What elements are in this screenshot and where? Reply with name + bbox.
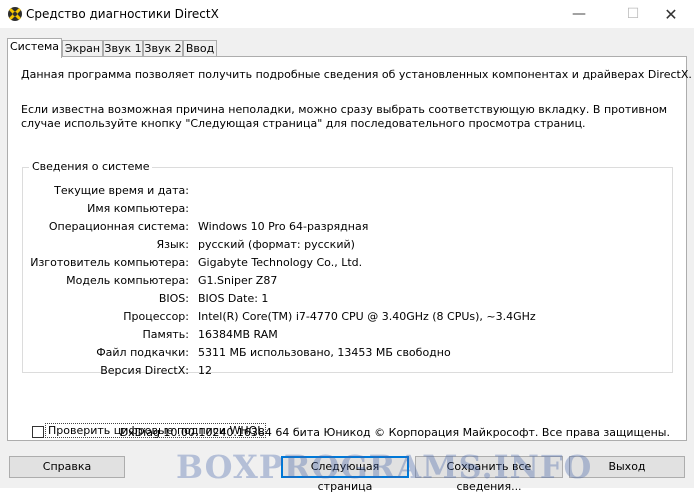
info-row-model: Модель компьютера: G1.Sniper Z87 <box>23 274 673 290</box>
info-value: Intel(R) Core(TM) i7-4770 CPU @ 3.40GHz … <box>198 310 536 323</box>
info-row-computer-name: Имя компьютера: <box>23 202 673 218</box>
info-value: 5311 МБ использовано, 13453 МБ свободно <box>198 346 451 359</box>
window-title: Средство диагностики DirectX <box>26 7 219 21</box>
save-all-button[interactable]: Сохранить все сведения... <box>415 456 563 493</box>
exit-button[interactable]: Выход <box>569 456 685 478</box>
info-row-datetime: Текущие время и дата: <box>23 184 673 200</box>
info-label: Язык: <box>156 238 189 251</box>
info-label: Модель компьютера: <box>66 274 189 287</box>
info-row-manufacturer: Изготовитель компьютера: Gigabyte Techno… <box>23 256 673 272</box>
info-label: Файл подкачки: <box>96 346 189 359</box>
info-row-os: Операционная система: Windows 10 Pro 64-… <box>23 220 673 236</box>
tab-sound-1[interactable]: Звук 1 <box>103 40 143 57</box>
info-value: Gigabyte Technology Co., Ltd. <box>198 256 363 269</box>
info-row-language: Язык: русский (формат: русский) <box>23 238 673 254</box>
tab-display[interactable]: Экран <box>62 40 103 57</box>
info-label: BIOS: <box>158 292 189 305</box>
version-copyright-text: DxDiag 10.00.10240.16384 64 бита Юникод … <box>119 426 670 439</box>
close-button[interactable]: ✕ <box>648 0 694 28</box>
directx-app-icon <box>8 7 22 21</box>
info-value: 16384MB RAM <box>198 328 278 341</box>
system-tab-panel: Данная программа позволяет получить подр… <box>7 56 692 441</box>
next-page-button[interactable]: Следующая страница <box>281 456 409 493</box>
info-value: G1.Sniper Z87 <box>198 274 278 287</box>
dialog-client-area: Система Экран Звук 1 Звук 2 Ввод Данная … <box>0 28 694 493</box>
group-title: Сведения о системе <box>29 160 153 173</box>
info-row-directx-version: Версия DirectX: 12 <box>23 364 673 380</box>
title-bar: Средство диагностики DirectX — ☐ ✕ <box>0 0 694 28</box>
maximize-icon: ☐ <box>626 6 640 22</box>
system-info-group: Сведения о системе Текущие время и дата:… <box>22 160 673 377</box>
close-icon: ✕ <box>664 4 678 24</box>
info-row-memory: Память: 16384MB RAM <box>23 328 673 344</box>
info-label: Операционная система: <box>48 220 189 233</box>
info-value: BIOS Date: 1 <box>198 292 269 305</box>
intro-text: Данная программа позволяет получить подр… <box>21 68 692 81</box>
info-value: русский (формат: русский) <box>198 238 355 251</box>
info-label: Процессор: <box>123 310 189 323</box>
info-label: Имя компьютера: <box>87 202 189 215</box>
info-row-processor: Процессор: Intel(R) Core(TM) i7-4770 CPU… <box>23 310 673 326</box>
info-row-bios: BIOS: BIOS Date: 1 <box>23 292 673 308</box>
info-value: 12 <box>198 364 212 377</box>
info-label: Изготовитель компьютера: <box>30 256 189 269</box>
whql-checkbox[interactable] <box>32 426 44 438</box>
info-row-pagefile: Файл подкачки: 5311 МБ использовано, 134… <box>23 346 673 362</box>
info-label: Текущие время и дата: <box>54 184 189 197</box>
intro-hint-text: Если известна возможная причина неполадк… <box>21 103 668 130</box>
help-button[interactable]: Справка <box>9 456 125 478</box>
info-label: Версия DirectX: <box>100 364 189 377</box>
tab-input[interactable]: Ввод <box>183 40 217 57</box>
info-value: Windows 10 Pro 64-разрядная <box>198 220 369 233</box>
tab-sound-2[interactable]: Звук 2 <box>143 40 183 57</box>
minimize-button[interactable]: — <box>556 0 602 28</box>
minimize-icon: — <box>572 6 586 22</box>
info-label: Память: <box>142 328 189 341</box>
tab-system[interactable]: Система <box>7 38 62 58</box>
